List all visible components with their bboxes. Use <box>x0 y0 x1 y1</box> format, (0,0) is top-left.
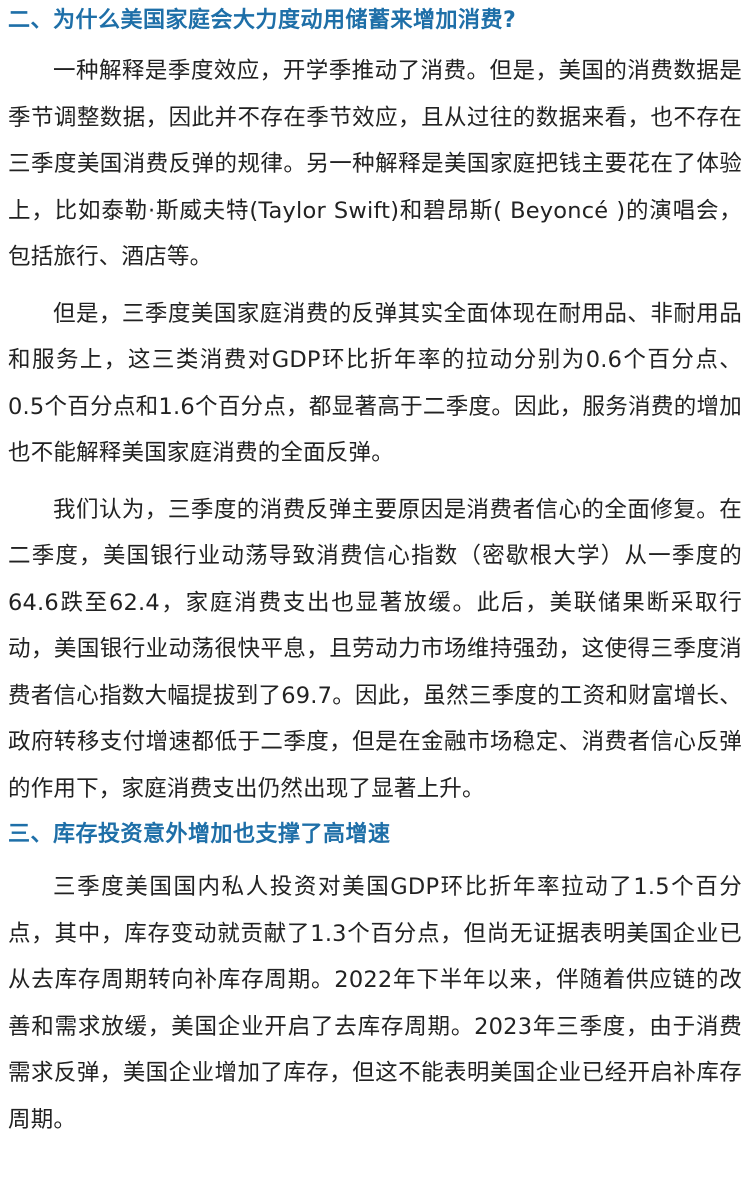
section-heading-inventory-investment: 三、库存投资意外增加也支撑了高增速 <box>8 822 391 847</box>
paragraph-consumer-confidence: 我们认为，三季度的消费反弹主要原因是消费者信心的全面修复。在二季度，美国银行业动… <box>8 496 742 802</box>
paragraph-consumption-breakdown: 但是，三季度美国家庭消费的反弹其实全面体现在耐用品、非耐用品和服务上，这三类消费… <box>8 300 742 467</box>
section-heading-why-consumption: 二、为什么美国家庭会大力度动用储蓄来增加消费? <box>8 8 517 33</box>
paragraph-inventory-cycle: 三季度美国国内私人投资对美国GDP环比折年率拉动了1.5个百分点，其中，库存变动… <box>8 874 742 1133</box>
article-body: 二、为什么美国家庭会大力度动用储蓄来增加消费? 一种解释是季度效应，开学季推动了… <box>0 0 750 1143</box>
paragraph-seasonal-explanation: 一种解释是季度效应，开学季推动了消费。但是，美国的消费数据是季节调整数据，因此并… <box>8 58 742 270</box>
